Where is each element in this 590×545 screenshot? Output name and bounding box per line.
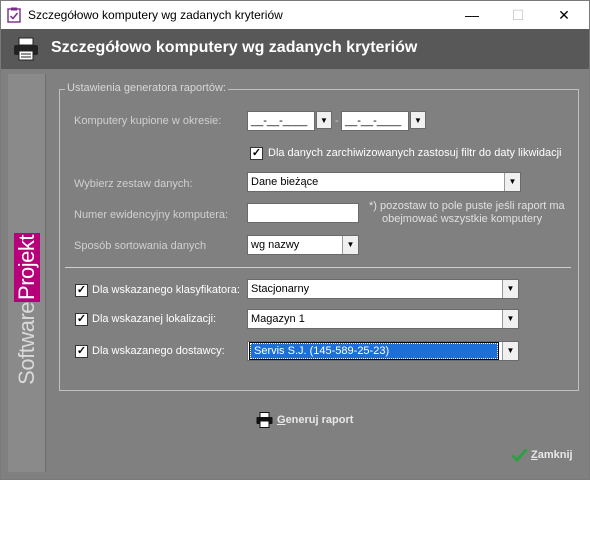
supplier-checkbox[interactable]: ✓ [75,345,88,358]
classifier-label: Dla wskazanego klasyfikatora: [92,284,240,296]
location-checkbox[interactable]: ✓ [75,313,88,326]
sort-dropdown[interactable]: ▼ [342,236,358,254]
checkmark-icon [511,448,528,463]
clipboard-check-icon [7,7,21,23]
close-dialog-button[interactable]: Zamknij [511,447,573,463]
archive-filter-checkbox[interactable]: ✓ [250,147,263,160]
archive-filter-label: Dla danych zarchiwizowanych zastosuj fil… [268,147,562,159]
minimize-button[interactable]: — [449,1,495,29]
maximize-icon: ☐ [511,6,525,23]
report-header: Szczegółowo komputery wg zadanych kryter… [1,29,589,69]
checkmark-icon: ✓ [251,147,262,159]
chevron-down-icon: ▼ [506,314,515,323]
generate-report-button[interactable]: Generuj raport [256,412,353,428]
sort-value: wg nazwy [251,239,300,251]
brand-logo: Software Projekt [12,233,42,545]
dataset-select[interactable]: Dane bieżące ▼ [247,172,521,192]
classifier-dropdown[interactable]: ▼ [502,280,518,298]
classifier-value: Stacjonarny [251,283,310,295]
location-select[interactable]: Magazyn 1 ▼ [247,309,519,329]
maximize-button[interactable]: ☐ [495,1,541,29]
date-from-field[interactable]: __-__-____ [247,111,315,131]
close-icon: ✕ [558,6,570,23]
checkmark-icon: ✓ [76,284,87,296]
close-button[interactable]: ✕ [541,1,587,29]
generate-label: eneruj raport [285,414,354,426]
classifier-select[interactable]: Stacjonarny ▼ [247,279,519,299]
inventory-label: Numer ewidencyjny komputera: [74,209,229,221]
brand-text-projekt: Projekt [14,233,40,302]
supplier-dropdown[interactable]: ▼ [502,342,518,360]
inventory-input[interactable] [247,203,359,223]
sort-label: Sposób sortowania danych [74,240,207,252]
checkmark-icon: ✓ [76,313,87,325]
chevron-down-icon: ▼ [346,240,355,249]
dataset-label: Wybierz zestaw danych: [74,178,193,190]
dataset-dropdown[interactable]: ▼ [504,173,520,191]
supplier-select[interactable]: Servis S.J. (145-589-25-23) ▼ [247,341,519,361]
title-bar: Szczegółowo komputery wg zadanych kryter… [1,1,589,29]
brand-strip: Software Projekt [8,74,46,472]
dataset-value: Dane bieżące [251,176,319,188]
settings-legend: Ustawienia generatora raportów: [65,82,228,94]
supplier-value: Servis S.J. (145-589-25-23) [249,342,499,360]
close-label: amknij [537,449,573,461]
date-separator: - [335,115,339,127]
classifier-checkbox[interactable]: ✓ [75,284,88,297]
brand-text-software: Software [14,301,39,385]
close-accel: Z [531,449,538,461]
date-to-dropdown[interactable]: ▼ [410,111,426,129]
inventory-hint-line1: *) pozostaw to pole puste jeśli raport m… [369,200,565,212]
chevron-down-icon: ▼ [508,177,517,186]
divider [65,267,571,268]
location-dropdown[interactable]: ▼ [502,310,518,328]
header-title: Szczegółowo komputery wg zadanych kryter… [51,39,418,56]
chevron-down-icon: ▼ [414,115,422,125]
window-title: Szczegółowo komputery wg zadanych kryter… [28,8,283,22]
chevron-down-icon: ▼ [506,346,515,355]
checkmark-icon: ✓ [76,345,87,357]
date-to-field[interactable]: __-__-____ [341,111,409,131]
location-value: Magazyn 1 [251,313,305,325]
location-label: Dla wskazanej lokalizacji: [92,313,217,325]
printer-icon [14,37,38,61]
date-from-dropdown[interactable]: ▼ [316,111,332,129]
report-window: Szczegółowo komputery wg zadanych kryter… [0,0,590,480]
chevron-down-icon: ▼ [506,284,515,293]
chevron-down-icon: ▼ [320,115,328,125]
sort-select[interactable]: wg nazwy ▼ [247,235,359,255]
minimize-icon: — [465,7,479,23]
inventory-hint-line2: obejmować wszystkie komputery [382,213,543,225]
supplier-label: Dla wskazanego dostawcy: [92,345,225,357]
period-label: Komputery kupione w okresie: [74,115,222,127]
printer-icon [256,412,273,428]
generate-accel: G [277,414,286,426]
